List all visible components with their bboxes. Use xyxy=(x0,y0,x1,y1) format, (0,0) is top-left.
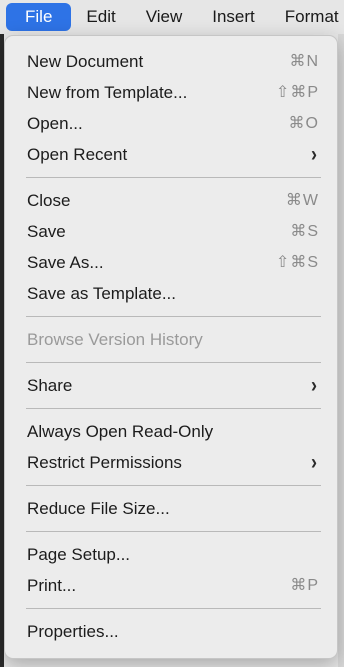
menu-item-label: Page Setup... xyxy=(27,545,131,564)
chevron-right-icon: › xyxy=(311,141,317,166)
menu-separator xyxy=(26,531,321,532)
menu-item-label: Save xyxy=(27,222,66,241)
menu-separator xyxy=(26,177,321,178)
menu-item-new-document[interactable]: New Document ⌘N xyxy=(5,46,337,77)
menu-item-label: New from Template... xyxy=(27,83,188,102)
menu-item-open[interactable]: Open... ⌘O xyxy=(5,108,337,139)
menu-item-save-as[interactable]: Save As... ⇧⌘S xyxy=(5,247,337,278)
menu-separator xyxy=(26,485,321,486)
menubar-file[interactable]: File xyxy=(6,3,72,31)
chevron-right-icon: › xyxy=(311,449,317,474)
menu-item-label: Browse Version History xyxy=(27,330,203,349)
menu-separator xyxy=(26,362,321,363)
menu-item-label: Reduce File Size... xyxy=(27,499,170,518)
menu-item-browse-version-history: Browse Version History xyxy=(5,324,337,355)
menu-item-new-from-template[interactable]: New from Template... ⇧⌘P xyxy=(5,77,337,108)
shortcut-label: ⌘S xyxy=(290,223,319,240)
menu-separator xyxy=(26,408,321,409)
menubar-insert[interactable]: Insert xyxy=(197,3,270,31)
background-window-edge-right xyxy=(338,34,344,667)
menu-item-label: Open... xyxy=(27,114,83,133)
shortcut-label: ⌘W xyxy=(285,192,319,209)
menu-item-label: Save As... xyxy=(27,253,104,272)
menu-item-page-setup[interactable]: Page Setup... xyxy=(5,539,337,570)
menu-item-restrict-permissions[interactable]: Restrict Permissions › xyxy=(5,447,337,478)
file-menu-dropdown: New Document ⌘N New from Template... ⇧⌘P… xyxy=(4,35,338,659)
shortcut-label: ⌘O xyxy=(288,115,319,132)
menu-item-save-as-template[interactable]: Save as Template... xyxy=(5,278,337,309)
menu-separator xyxy=(26,316,321,317)
menu-separator xyxy=(26,608,321,609)
shortcut-label: ⇧⌘S xyxy=(275,254,319,271)
menu-bar: File Edit View Insert Format xyxy=(0,0,344,34)
menu-item-label: Share xyxy=(27,376,73,395)
shortcut-label: ⌘N xyxy=(289,53,319,70)
menu-item-label: Save as Template... xyxy=(27,284,176,303)
menubar-format[interactable]: Format xyxy=(270,3,344,31)
shortcut-label: ⇧⌘P xyxy=(275,84,319,101)
menu-item-save[interactable]: Save ⌘S xyxy=(5,216,337,247)
chevron-right-icon: › xyxy=(311,372,317,397)
menu-item-open-recent[interactable]: Open Recent › xyxy=(5,139,337,170)
menu-item-label: Properties... xyxy=(27,622,119,641)
menu-item-label: Print... xyxy=(27,576,77,595)
menu-item-label: Always Open Read-Only xyxy=(27,422,214,441)
menu-item-label: Close xyxy=(27,191,71,210)
menu-item-always-open-read-only[interactable]: Always Open Read-Only xyxy=(5,416,337,447)
menu-item-label: Open Recent xyxy=(27,145,128,164)
menu-item-print[interactable]: Print... ⌘P xyxy=(5,570,337,601)
menu-item-label: New Document xyxy=(27,52,144,71)
menubar-view[interactable]: View xyxy=(131,3,198,31)
menu-item-reduce-file-size[interactable]: Reduce File Size... xyxy=(5,493,337,524)
menu-item-close[interactable]: Close ⌘W xyxy=(5,185,337,216)
menu-item-label: Restrict Permissions xyxy=(27,453,182,472)
menu-item-properties[interactable]: Properties... xyxy=(5,616,337,647)
menu-item-share[interactable]: Share › xyxy=(5,370,337,401)
menubar-edit[interactable]: Edit xyxy=(71,3,130,31)
shortcut-label: ⌘P xyxy=(290,577,319,594)
